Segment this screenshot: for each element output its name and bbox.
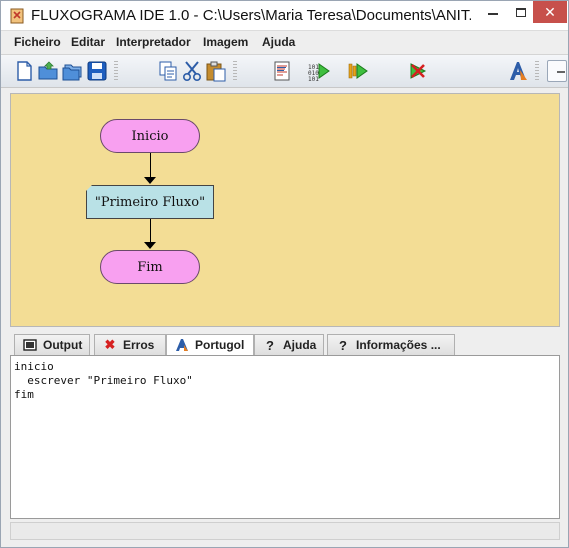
flow-node-label: Inicio (131, 128, 169, 144)
error-x-icon: ✖ (104, 337, 116, 352)
portugol-code-editor[interactable]: inicio escrever "Primeiro Fluxo" fim (10, 355, 560, 519)
menu-interpretador[interactable]: Interpretador (116, 35, 191, 49)
flow-node-output[interactable]: "Primeiro Fluxo" (86, 185, 214, 219)
console-icon (23, 338, 37, 352)
flow-node-inicio[interactable]: Inicio (100, 119, 200, 153)
new-file-icon[interactable] (13, 60, 35, 82)
cut-icon[interactable] (181, 60, 203, 82)
menu-ajuda[interactable]: Ajuda (262, 35, 295, 49)
minimize-icon (488, 13, 498, 15)
flowchart-canvas[interactable]: Inicio "Primeiro Fluxo" Fim (10, 93, 560, 327)
tab-portugol[interactable]: Portugol (166, 334, 254, 355)
tab-label: Informações ... (356, 338, 441, 352)
help-icon: ? (266, 337, 274, 353)
open-multiple-icon[interactable] (61, 60, 83, 82)
menu-bar: Ficheiro Editar Interpretador Imagem Aju… (1, 31, 568, 53)
code-line: inicio (14, 360, 54, 373)
close-icon: ✕ (544, 3, 556, 20)
svg-text:101: 101 (308, 76, 319, 82)
tab-label: Output (43, 338, 83, 352)
tab-output[interactable]: Output (14, 334, 90, 355)
flow-connector (150, 219, 151, 242)
code-view-icon[interactable] (271, 60, 293, 82)
tab-label: Erros (123, 338, 155, 352)
portugol-icon (175, 338, 189, 352)
title-bar: FLUXOGRAMA IDE 1.0 - C:\Users\Maria Tere… (1, 1, 568, 31)
menu-ficheiro[interactable]: Ficheiro (14, 35, 61, 49)
flow-connector (150, 153, 151, 177)
copy-icon[interactable] (157, 60, 179, 82)
app-icon (9, 8, 25, 24)
menu-imagem[interactable]: Imagem (203, 35, 248, 49)
paste-icon[interactable] (205, 60, 227, 82)
window-title: FLUXOGRAMA IDE 1.0 - C:\Users\Maria Tere… (31, 7, 471, 24)
minimize-button[interactable] (479, 1, 507, 23)
toolbar-overflow-button[interactable] (547, 60, 567, 82)
code-line: fim (14, 388, 34, 401)
flow-node-label: Fim (137, 259, 163, 275)
tab-informacoes[interactable]: ? Informações ... (327, 334, 455, 355)
tab-ajuda[interactable]: ? Ajuda (254, 334, 324, 355)
flow-node-fim[interactable]: Fim (100, 250, 200, 284)
stop-icon[interactable] (407, 60, 429, 82)
flow-node-label: "Primeiro Fluxo" (94, 194, 206, 210)
toolbar: 101 010 101 (1, 54, 568, 88)
open-folder-icon[interactable] (37, 60, 59, 82)
toolbar-separator (233, 61, 237, 81)
save-icon[interactable] (86, 60, 108, 82)
maximize-button[interactable] (507, 1, 534, 23)
tab-label: Portugol (195, 338, 245, 352)
tab-label: Ajuda (283, 338, 317, 352)
info-help-icon: ? (339, 337, 347, 353)
toolbar-separator (535, 61, 539, 81)
bottom-tabs: Output ✖ Erros Portugol ? Ajuda ? Inform… (10, 334, 560, 355)
status-bar (10, 522, 560, 540)
run-binary-icon[interactable]: 101 010 101 (308, 60, 330, 83)
font-icon[interactable] (507, 60, 529, 82)
run-step-icon[interactable] (347, 60, 369, 82)
maximize-icon (515, 7, 526, 17)
menu-editar[interactable]: Editar (71, 35, 105, 49)
code-line: escrever "Primeiro Fluxo" (14, 374, 193, 387)
tab-erros[interactable]: ✖ Erros (94, 334, 166, 355)
flow-arrow (144, 177, 156, 184)
app-window: FLUXOGRAMA IDE 1.0 - C:\Users\Maria Tere… (0, 0, 569, 548)
close-button[interactable]: ✕ (533, 1, 567, 23)
toolbar-separator (114, 61, 118, 81)
flow-arrow (144, 242, 156, 249)
